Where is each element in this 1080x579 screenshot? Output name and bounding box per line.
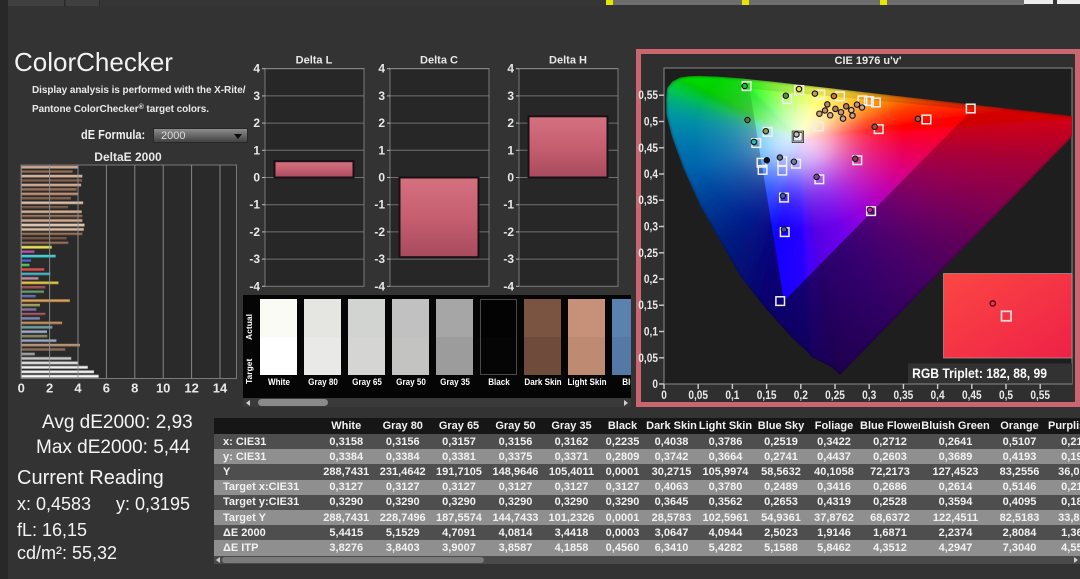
svg-text:0,25: 0,25 (825, 388, 845, 402)
svg-text:0,1: 0,1 (725, 388, 739, 402)
svg-text:0,05: 0,05 (688, 388, 708, 402)
svg-text:0,4: 0,4 (644, 167, 658, 181)
svg-text:0,1: 0,1 (644, 325, 658, 339)
svg-text:0,4: 0,4 (931, 388, 945, 402)
svg-text:0,2: 0,2 (794, 388, 808, 402)
svg-text:0,25: 0,25 (638, 246, 658, 260)
svg-text:0,35: 0,35 (638, 193, 658, 207)
svg-text:0,5: 0,5 (999, 388, 1013, 402)
svg-text:0,55: 0,55 (1030, 388, 1050, 402)
svg-text:0,55: 0,55 (638, 88, 658, 102)
svg-text:0,3: 0,3 (644, 220, 658, 234)
svg-text:CIE 1976 u'v': CIE 1976 u'v' (835, 55, 902, 67)
svg-text:0,45: 0,45 (638, 141, 658, 155)
svg-text:0,2: 0,2 (644, 272, 658, 286)
svg-text:0,5: 0,5 (644, 115, 658, 129)
svg-text:0: 0 (652, 377, 658, 391)
svg-text:0,05: 0,05 (638, 351, 658, 365)
svg-text:0,15: 0,15 (638, 298, 658, 312)
svg-text:0,45: 0,45 (962, 388, 982, 402)
svg-text:0: 0 (661, 388, 667, 402)
svg-text:RGB Triplet: 182, 88, 99: RGB Triplet: 182, 88, 99 (912, 365, 1047, 381)
svg-text:0,35: 0,35 (894, 388, 914, 402)
svg-text:0,15: 0,15 (757, 388, 777, 402)
svg-text:0,3: 0,3 (862, 388, 876, 402)
